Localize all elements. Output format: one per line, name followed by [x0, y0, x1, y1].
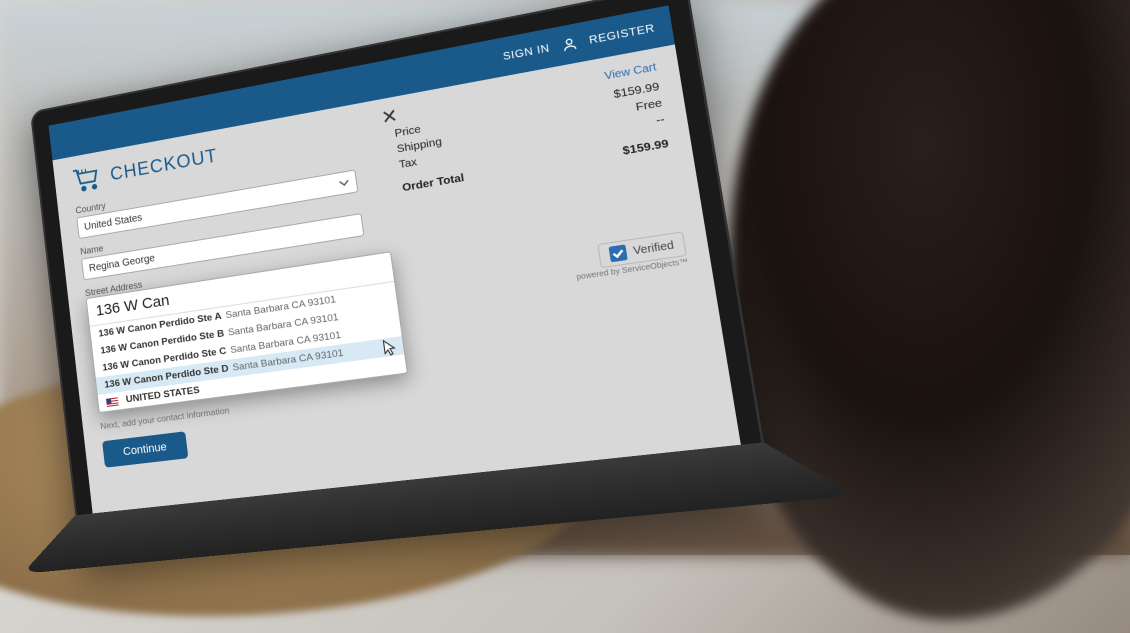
order-total-label: Order Total: [401, 171, 465, 194]
country-value: United States: [84, 212, 143, 233]
sign-in-link[interactable]: SIGN IN: [502, 42, 550, 62]
verified-text: Verified: [632, 239, 675, 257]
page-title: CHECKOUT: [109, 145, 219, 185]
chevron-down-icon: [338, 177, 350, 189]
continue-button[interactable]: Continue: [102, 431, 188, 467]
verified-check-icon: [608, 244, 627, 262]
order-total-value: $159.99: [622, 137, 670, 158]
register-link[interactable]: REGISTER: [588, 22, 655, 46]
cursor-icon: [382, 338, 397, 355]
us-flag-icon: [106, 397, 119, 407]
order-summary: ✕ View Cart Price $159.99 Shipping Free …: [380, 62, 710, 431]
close-icon[interactable]: ✕: [380, 105, 399, 130]
summary-label: Tax: [398, 156, 418, 172]
summary-value: Free: [635, 96, 663, 114]
cart-icon: [71, 164, 102, 194]
checkout-form: CHECKOUT Country United States Name: [71, 118, 392, 468]
user-icon: [560, 35, 579, 53]
summary-value: --: [655, 113, 666, 128]
